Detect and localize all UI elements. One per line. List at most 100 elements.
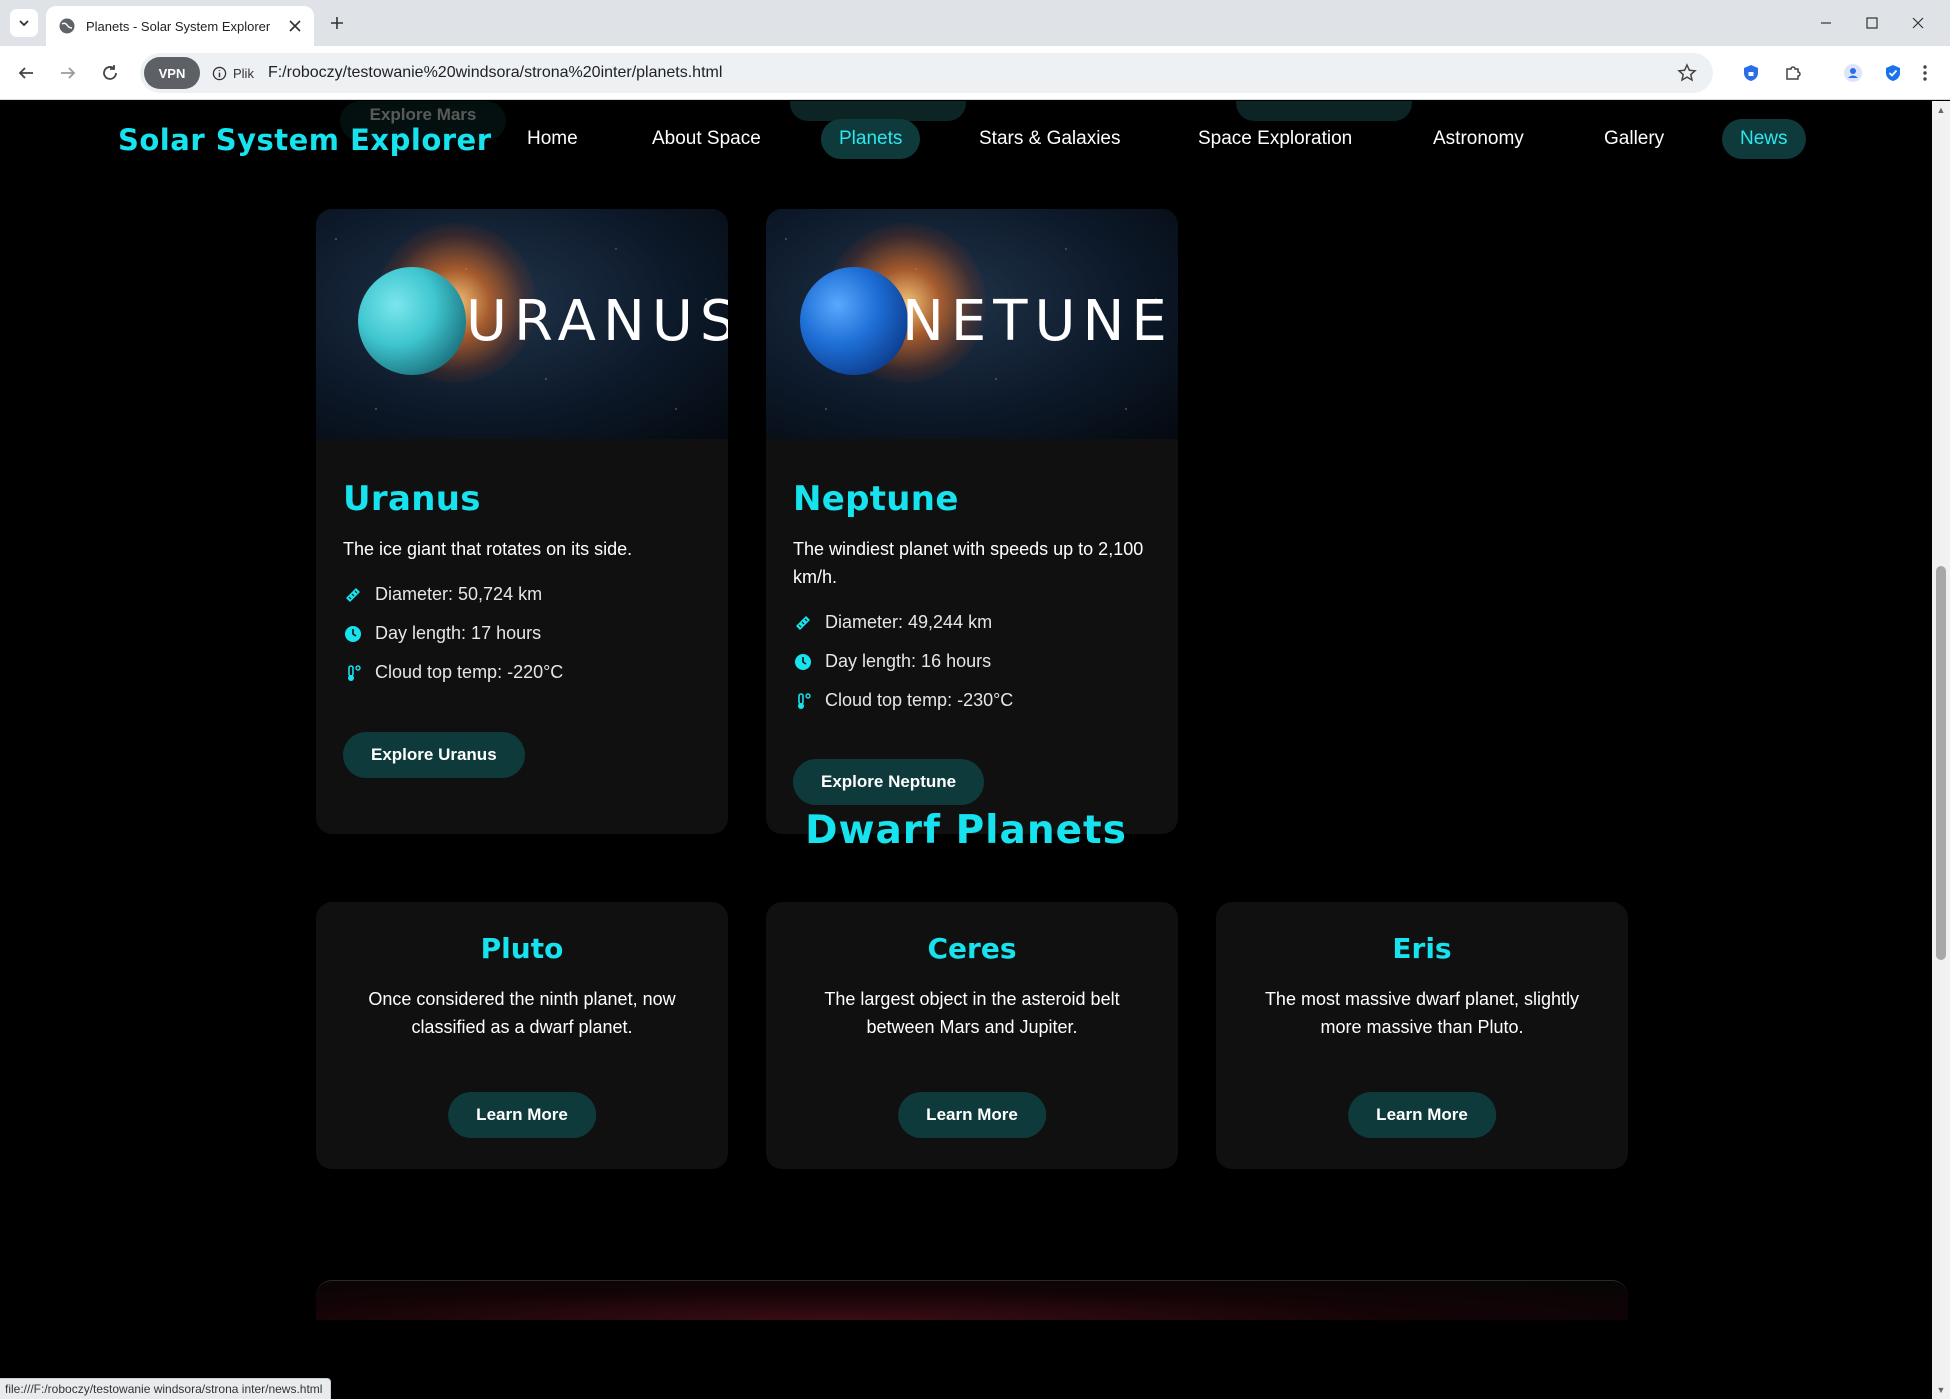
ruler-icon (343, 585, 363, 605)
chevron-down-icon (19, 20, 29, 27)
new-tab-button[interactable] (322, 10, 352, 36)
extension-button[interactable] (1736, 58, 1766, 88)
maximize-button[interactable] (1852, 8, 1892, 38)
browser-tab-strip: Planets - Solar System Explorer (0, 0, 1950, 46)
url-text[interactable]: F:/roboczy/testowanie%20windsora/strona%… (268, 64, 722, 82)
clock-icon (343, 624, 363, 644)
fact-text: Cloud top temp: -220°C (375, 662, 564, 682)
forward-button[interactable] (52, 57, 84, 89)
back-button[interactable] (10, 57, 42, 89)
clock-icon (793, 652, 813, 672)
thermometer-icon (343, 663, 363, 683)
maximize-icon (1866, 17, 1878, 29)
planet-facts: Diameter: 50,724 km Day length: 17 hours… (343, 575, 701, 692)
planet-title: Uranus (343, 479, 481, 519)
card-body: Uranus The ice giant that rotates on its… (343, 479, 701, 692)
extensions-menu-button[interactable] (1778, 58, 1808, 88)
learn-more-ceres-button[interactable]: Learn More (898, 1092, 1046, 1138)
planet-facts: Diameter: 49,244 km Day length: 16 hours… (793, 603, 1151, 720)
fact-day-length: Day length: 17 hours (343, 614, 701, 653)
vpn-button[interactable]: VPN (144, 57, 200, 89)
nav-about-space[interactable]: About Space (634, 119, 779, 159)
next-section-banner (316, 1280, 1628, 1320)
bookmark-button[interactable] (1673, 59, 1701, 87)
scroll-thumb[interactable] (1936, 566, 1946, 960)
minimize-icon (1821, 22, 1831, 24)
image-title-uranus: URANUS (466, 289, 728, 354)
nav-stars-galaxies[interactable]: Stars & Galaxies (961, 119, 1139, 159)
scroll-up-icon[interactable]: ▲ (1936, 105, 1946, 115)
dwarf-description: The largest object in the asteroid belt … (824, 989, 1120, 1037)
planet-card-neptune: NETUNE Neptune The windiest planet with … (766, 209, 1178, 834)
shield-check-icon (1886, 65, 1900, 81)
reload-button[interactable] (94, 57, 126, 89)
fact-text: Diameter: 50,724 km (375, 584, 543, 604)
dwarf-title: Ceres (927, 932, 1017, 965)
arrow-right-icon (61, 67, 76, 79)
vpn-label: VPN (158, 65, 186, 81)
explore-uranus-button[interactable]: Explore Uranus (343, 732, 525, 778)
close-icon (1912, 17, 1924, 29)
nav-space-exploration[interactable]: Space Exploration (1180, 119, 1370, 159)
minimize-button[interactable] (1806, 8, 1846, 38)
plus-icon (331, 17, 343, 29)
planet-description: The ice giant that rotates on its side. (343, 539, 633, 559)
dwarf-title: Eris (1392, 932, 1452, 965)
fact-temperature: Cloud top temp: -230°C (793, 681, 1151, 720)
fact-temperature: Cloud top temp: -220°C (343, 653, 701, 692)
planet-image-uranus: URANUS (316, 209, 728, 439)
fact-text: Diameter: 49,244 km (825, 612, 993, 632)
nav-astronomy[interactable]: Astronomy (1415, 119, 1542, 159)
card-body: Neptune The windiest planet with speeds … (793, 479, 1151, 720)
address-bar[interactable]: VPN Plik F:/roboczy/testowanie%20windsor… (140, 53, 1713, 93)
puzzle-icon (1786, 66, 1801, 80)
shield-lock-icon (1744, 65, 1758, 81)
thermometer-icon (793, 691, 813, 711)
browser-toolbar: VPN Plik F:/roboczy/testowanie%20windsor… (0, 46, 1950, 100)
fact-diameter: Diameter: 49,244 km (793, 603, 1151, 642)
dwarf-card-ceres: Ceres The largest object in the asteroid… (766, 902, 1178, 1169)
fact-text: Day length: 16 hours (825, 651, 992, 671)
tab-search-button[interactable] (10, 9, 38, 37)
info-icon (212, 66, 227, 80)
nav-home[interactable]: Home (509, 119, 596, 159)
learn-more-pluto-button[interactable]: Learn More (448, 1092, 596, 1138)
dwarf-card-pluto: Pluto Once considered the ninth planet, … (316, 902, 728, 1169)
nav-planets[interactable]: Planets (821, 119, 921, 159)
site-info-button[interactable]: Plik (212, 66, 254, 81)
neptune-globe (800, 267, 908, 375)
nav-gallery[interactable]: Gallery (1586, 119, 1682, 159)
site-info-label: Plik (233, 65, 254, 81)
close-tab-button[interactable] (282, 13, 308, 39)
site-logo[interactable]: Solar System Explorer (118, 123, 492, 157)
star-icon (1677, 63, 1697, 82)
globe-icon (59, 18, 75, 34)
security-extension-button[interactable] (1878, 58, 1908, 88)
status-bar-link-preview: file:///F:/roboczy/testowanie windsora/s… (0, 1378, 332, 1399)
page-scrollbar[interactable]: ▲ ▼ (1932, 101, 1950, 1399)
dwarf-card-eris: Eris The most massive dwarf planet, slig… (1216, 902, 1628, 1169)
learn-more-eris-button[interactable]: Learn More (1348, 1092, 1496, 1138)
section-title: Dwarf Planets (805, 808, 1127, 853)
tab-title: Planets - Solar System Explorer (86, 18, 271, 34)
close-icon (289, 20, 301, 32)
fact-text: Day length: 17 hours (375, 623, 542, 643)
planet-description: The windiest planet with speeds up to 2,… (793, 539, 1144, 587)
profile-button[interactable] (1838, 58, 1868, 88)
arrow-left-icon (18, 67, 33, 79)
close-window-button[interactable] (1898, 8, 1938, 38)
active-tab[interactable]: Planets - Solar System Explorer (46, 6, 314, 46)
avatar-icon (1844, 64, 1862, 82)
ruler-icon (793, 613, 813, 633)
reload-icon (103, 65, 117, 80)
more-vertical-icon (1923, 65, 1927, 81)
fact-diameter: Diameter: 50,724 km (343, 575, 701, 614)
planet-title: Neptune (793, 479, 959, 519)
explore-neptune-button[interactable]: Explore Neptune (793, 759, 985, 805)
nav-news[interactable]: News (1722, 119, 1806, 159)
fact-text: Cloud top temp: -230°C (825, 690, 1014, 710)
dwarf-description: The most massive dwarf planet, slightly … (1264, 989, 1580, 1037)
page-viewport: Explore Mars Solar System Explorer Home … (0, 101, 1932, 1399)
scroll-down-icon[interactable]: ▼ (1936, 1385, 1946, 1395)
browser-menu-button[interactable] (1910, 58, 1940, 88)
